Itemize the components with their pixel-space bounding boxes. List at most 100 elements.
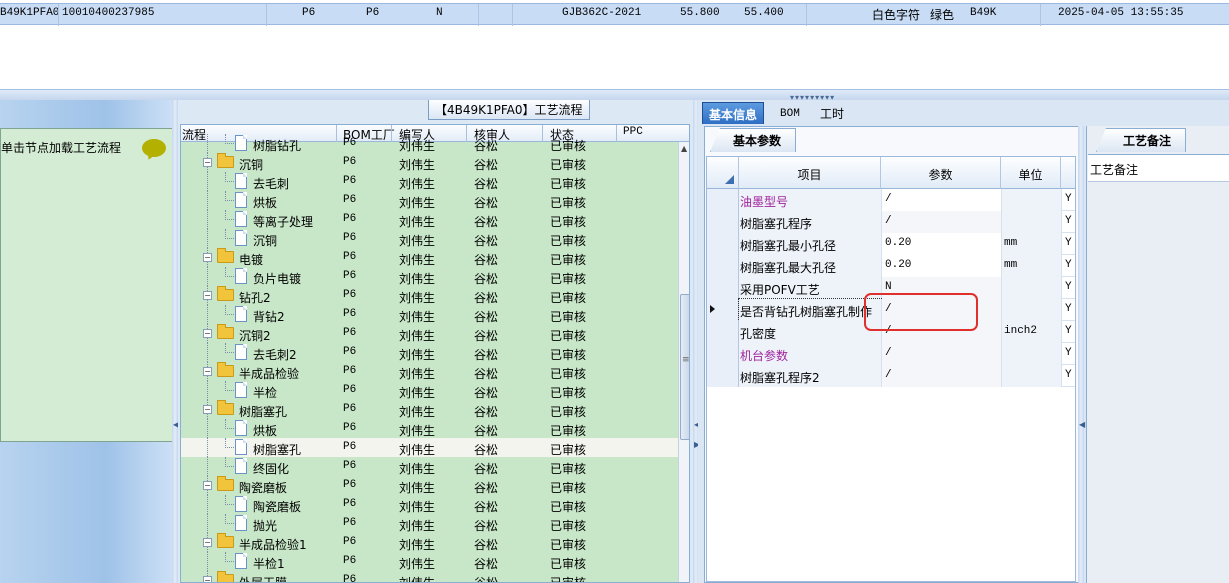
notes-tab[interactable]: 工艺备注 — [1096, 128, 1187, 152]
process-tree-row[interactable]: − 钻孔2 P6 刘伟生 谷松 已审核 — [181, 286, 678, 305]
process-tree-row[interactable]: − 外层干膜 P6 刘伟生 谷松 已审核 — [181, 571, 678, 582]
param-row[interactable]: 机台参数 / Y — [707, 343, 1075, 365]
reviewer-name: 谷松 — [474, 158, 499, 172]
process-tree-row[interactable]: 烘板 P6 刘伟生 谷松 已审核 — [181, 419, 678, 438]
process-tree-row[interactable]: − 半成品检验1 P6 刘伟生 谷松 已审核 — [181, 533, 678, 552]
col-header-item[interactable]: 项目 — [739, 157, 881, 189]
row-header[interactable] — [707, 211, 739, 233]
writer-name: 刘伟生 — [399, 215, 436, 229]
col-header-value[interactable]: 参数 — [881, 157, 1001, 189]
row-header[interactable] — [707, 299, 739, 321]
order-row[interactable]: B49K1PFA0 10010400237985 P6 P6 N GJB362C… — [0, 3, 1229, 26]
param-row[interactable]: 树脂塞孔程序 / Y — [707, 211, 1075, 233]
process-tree-row[interactable]: − 沉铜 P6 刘伟生 谷松 已审核 — [181, 153, 678, 172]
row-header[interactable] — [707, 255, 739, 277]
process-tree-row[interactable]: 终固化 P6 刘伟生 谷松 已审核 — [181, 457, 678, 476]
collapse-toggle-icon[interactable]: − — [203, 253, 212, 262]
writer-name: 刘伟生 — [399, 177, 436, 191]
process-tree-row[interactable]: 去毛刺2 P6 刘伟生 谷松 已审核 — [181, 343, 678, 362]
right-collapse-bar[interactable] — [1078, 126, 1084, 583]
tab-work-hours[interactable]: 工时 — [814, 102, 850, 124]
process-tree-row[interactable]: 去毛刺 P6 刘伟生 谷松 已审核 — [181, 172, 678, 191]
status-text: 已审核 — [550, 405, 587, 419]
process-tree-row[interactable]: 抛光 P6 刘伟生 谷松 已审核 — [181, 514, 678, 533]
process-tree-row[interactable]: − 电镀 P6 刘伟生 谷松 已审核 — [181, 248, 678, 267]
param-row[interactable]: 油墨型号 / Y — [707, 189, 1075, 211]
process-name: 等离子处理 — [253, 215, 314, 229]
writer-name: 刘伟生 — [399, 310, 436, 324]
process-tree-row[interactable]: 陶瓷磨板 P6 刘伟生 谷松 已审核 — [181, 495, 678, 514]
row-header[interactable] — [707, 365, 739, 387]
collapse-toggle-icon[interactable]: − — [203, 538, 212, 547]
document-icon — [235, 382, 247, 398]
process-tree-row[interactable]: − 半成品检验 P6 刘伟生 谷松 已审核 — [181, 362, 678, 381]
param-row[interactable]: 树脂塞孔最小孔径 0.20 mm Y — [707, 233, 1075, 255]
horizontal-splitter[interactable] — [0, 90, 1229, 100]
value-cell[interactable] — [881, 343, 1001, 365]
collapse-toggle-icon[interactable]: − — [203, 481, 212, 490]
process-tree-row[interactable]: − 沉铜2 P6 刘伟生 谷松 已审核 — [181, 324, 678, 343]
collapse-toggle-icon[interactable]: − — [203, 291, 212, 300]
row-header-corner — [707, 157, 739, 189]
process-tree-row[interactable]: 半检1 P6 刘伟生 谷松 已审核 — [181, 552, 678, 571]
folder-icon — [217, 362, 234, 377]
current-row-arrow-icon — [710, 305, 715, 313]
reviewer-name: 谷松 — [474, 557, 499, 571]
process-name: 半成品检验1 — [239, 538, 307, 552]
row-header[interactable] — [707, 343, 739, 365]
process-name: 去毛刺2 — [253, 348, 297, 362]
unit-cell — [1001, 299, 1061, 321]
row-header[interactable] — [707, 233, 739, 255]
tree-line — [225, 390, 234, 391]
process-tree-row[interactable]: 烘板 P6 刘伟生 谷松 已审核 — [181, 191, 678, 210]
writer-name: 刘伟生 — [399, 291, 436, 305]
param-row[interactable]: 树脂塞孔程序2 / Y — [707, 365, 1075, 387]
process-tree-row[interactable]: 树脂钻孔 P6 刘伟生 谷松 已审核 — [181, 134, 678, 153]
row-header[interactable] — [707, 321, 739, 343]
writer-name: 刘伟生 — [399, 234, 436, 248]
param-flag: Y — [1065, 303, 1072, 315]
cell-divider — [1001, 321, 1002, 343]
vertical-scrollbar[interactable]: ▲ ≡ — [678, 142, 689, 582]
reviewer-name: 谷松 — [474, 253, 499, 267]
tree-line — [225, 181, 234, 182]
process-tree-row[interactable]: 负片电镀 P6 刘伟生 谷松 已审核 — [181, 267, 678, 286]
status-text: 已审核 — [550, 481, 587, 495]
value-cell[interactable] — [881, 211, 1001, 233]
status-text: 已审核 — [550, 443, 587, 457]
order-cell: 白色字符 — [872, 8, 921, 22]
process-tree-row[interactable]: 背钻2 P6 刘伟生 谷松 已审核 — [181, 305, 678, 324]
bom-factory: P6 — [343, 308, 357, 320]
collapse-toggle-icon[interactable]: − — [203, 367, 212, 376]
folder-icon — [217, 400, 234, 415]
collapse-right-arrow-icon[interactable]: ◀ — [1079, 420, 1085, 429]
process-tree-row[interactable]: 树脂塞孔 P6 刘伟生 谷松 已审核 — [181, 438, 678, 457]
process-tree-row[interactable]: 等离子处理 P6 刘伟生 谷松 已审核 — [181, 210, 678, 229]
process-tree-row[interactable]: − 树脂塞孔 P6 刘伟生 谷松 已审核 — [181, 400, 678, 419]
param-row[interactable]: 树脂塞孔最大孔径 0.20 mm Y — [707, 255, 1075, 277]
collapse-toggle-icon[interactable]: − — [203, 405, 212, 414]
scrollbar-thumb[interactable]: ≡ — [680, 294, 689, 440]
status-text: 已审核 — [550, 462, 587, 476]
tab-bom[interactable]: BOM — [774, 105, 806, 127]
collapse-toggle-icon[interactable]: − — [203, 576, 212, 582]
node-hint-box[interactable]: 单击节点加载工艺流程 — [0, 128, 176, 442]
row-header[interactable] — [707, 189, 739, 211]
scroll-up-arrow-icon[interactable]: ▲ — [681, 144, 687, 153]
process-tree-row[interactable]: 沉铜 P6 刘伟生 谷松 已审核 — [181, 229, 678, 248]
collapse-toggle-icon[interactable]: − — [203, 158, 212, 167]
cell-divider — [881, 255, 882, 277]
process-flow-panel: 【4B49K1PFA0】工艺流程 流程 BOM工厂 编写人 核审人 状态 PPC… — [178, 100, 698, 583]
row-header[interactable] — [707, 277, 739, 299]
writer-name: 刘伟生 — [399, 538, 436, 552]
value-cell[interactable] — [881, 189, 1001, 211]
basic-params-tab[interactable]: 基本参数 — [710, 128, 797, 152]
process-tree-row[interactable]: 半检 P6 刘伟生 谷松 已审核 — [181, 381, 678, 400]
col-header-unit[interactable]: 单位 — [1001, 157, 1061, 189]
collapse-toggle-icon[interactable]: − — [203, 329, 212, 338]
tab-basic-info[interactable]: 基本信息 — [702, 102, 765, 124]
param-item-label: 是否背钻孔树脂塞孔制作 — [740, 305, 873, 319]
status-text: 已审核 — [550, 348, 587, 362]
value-cell[interactable] — [881, 365, 1001, 387]
process-tree-row[interactable]: − 陶瓷磨板 P6 刘伟生 谷松 已审核 — [181, 476, 678, 495]
